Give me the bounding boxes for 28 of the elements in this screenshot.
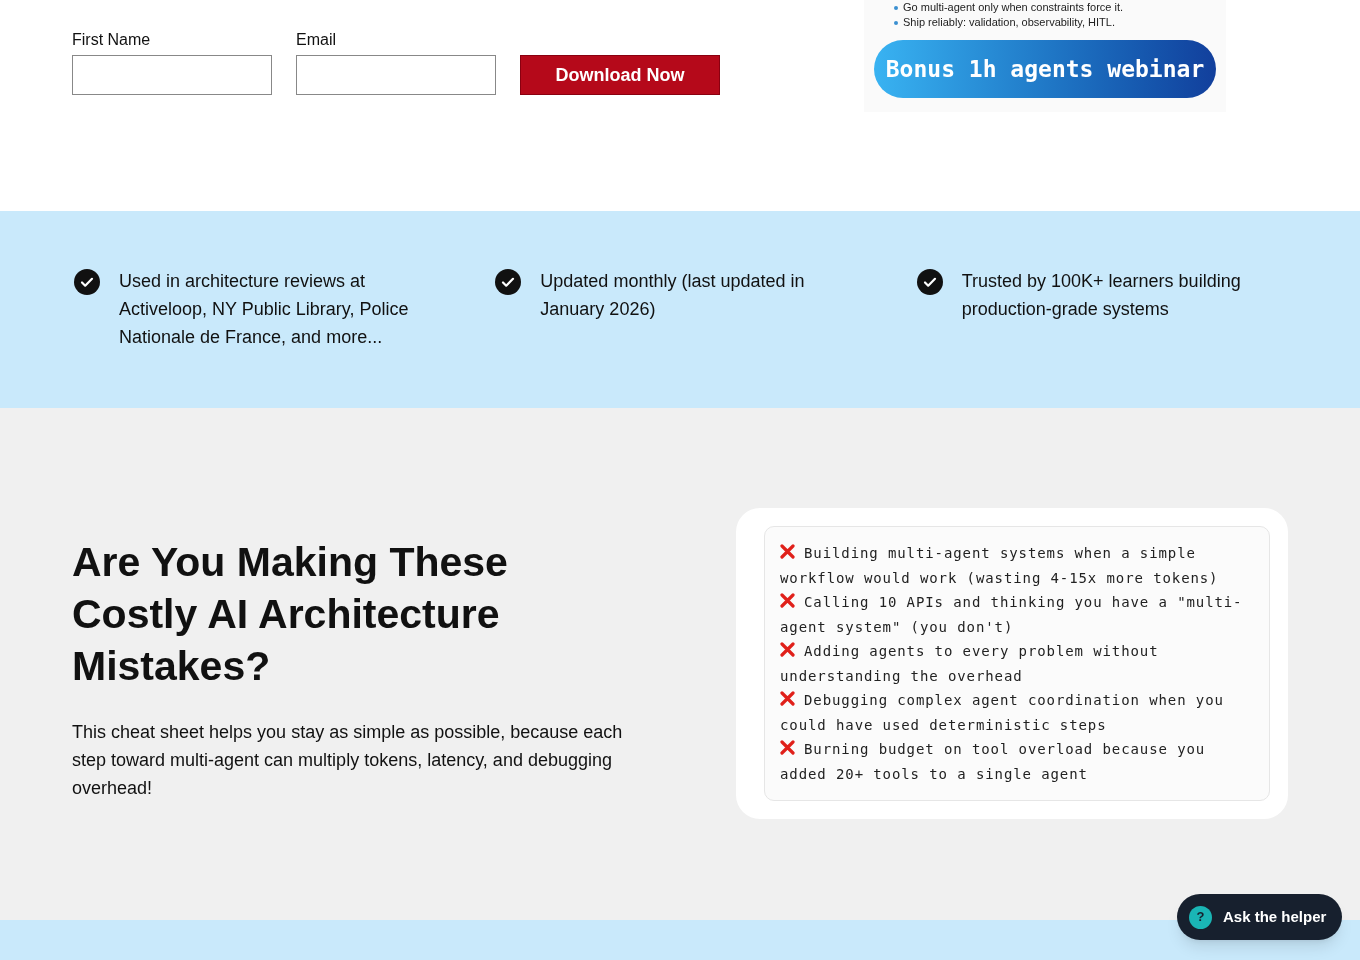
bullet-text: Go multi-agent only when constraints force it. — [903, 0, 1124, 15]
helper-button[interactable]: ? Ask the helper — [1177, 894, 1343, 940]
mistake-text: Burning budget on tool overload because you added 20+ tools to a single agent — [780, 739, 1207, 784]
webinar-badge: Bonus 1h agents webinar — [874, 40, 1216, 98]
mistake-text: Building multi-agent systems when a simple workflow would work (wasting 4-15x more tokens) — [780, 543, 1220, 588]
help-icon: ? — [1189, 905, 1212, 929]
cross-icon — [780, 593, 795, 608]
feature-text: Used in architecture reviews at Activeloop, NY Public Library, Police Nationale de France, and more... — [119, 270, 410, 349]
feature-text: Updated monthly (last updated in January 2026) — [540, 270, 806, 321]
check-icon — [495, 269, 522, 295]
field-label: First Name — [72, 30, 152, 49]
feature-text: Trusted by 100K+ learners building production-grade systems — [961, 270, 1242, 321]
cross-icon — [780, 740, 795, 755]
mistake-text: Debugging complex agent coordination when you could have used deterministic steps — [780, 690, 1225, 735]
cross-icon — [780, 544, 795, 559]
cross-icon — [780, 642, 795, 657]
section-heading: Are You Making These Costly AI Architecture Mistakes? — [72, 538, 509, 691]
cross-icon — [780, 691, 795, 706]
bullet-text: Ship reliably: validation, observability, HITL. — [903, 15, 1115, 30]
field-label: Email — [296, 30, 337, 49]
input-field[interactable] — [296, 55, 496, 95]
mistake-text: Calling 10 APIs and thinking you have a "multi-agent system" (you don't) — [780, 592, 1244, 637]
input-field[interactable] — [72, 55, 272, 95]
mistake-text: Adding agents to every problem without understanding the overhead — [780, 641, 1160, 686]
check-icon — [916, 269, 943, 295]
download-button[interactable]: Download Now — [520, 55, 720, 95]
section-body: This cheat sheet helps you stay as simple as possible, because each step toward multi-agent can multiply tokens, latency, and debugging overhead! — [72, 721, 624, 800]
check-icon — [74, 269, 100, 295]
